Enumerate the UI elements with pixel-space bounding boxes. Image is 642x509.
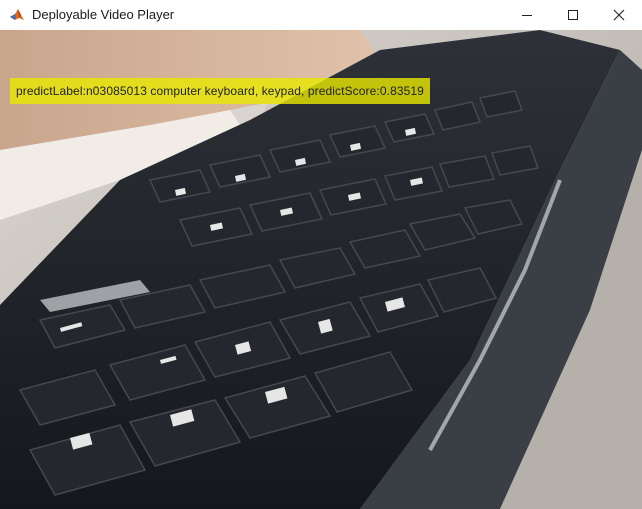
video-frame: predictLabel:n03085013 computer keyboard…	[0, 30, 642, 509]
prediction-text: predictLabel:n03085013 computer keyboard…	[16, 84, 424, 98]
video-player-window: Deployable Video Player predictLabel:n03…	[0, 0, 642, 509]
matlab-logo-icon	[9, 7, 25, 23]
close-icon	[613, 9, 625, 21]
minimize-button[interactable]	[504, 0, 550, 30]
window-title: Deployable Video Player	[32, 7, 175, 22]
minimize-icon	[522, 15, 532, 16]
title-bar[interactable]: Deployable Video Player	[0, 0, 642, 30]
maximize-button[interactable]	[550, 0, 596, 30]
prediction-label: predictLabel:n03085013 computer keyboard…	[10, 78, 430, 104]
maximize-icon	[568, 10, 578, 20]
close-button[interactable]	[596, 0, 642, 30]
